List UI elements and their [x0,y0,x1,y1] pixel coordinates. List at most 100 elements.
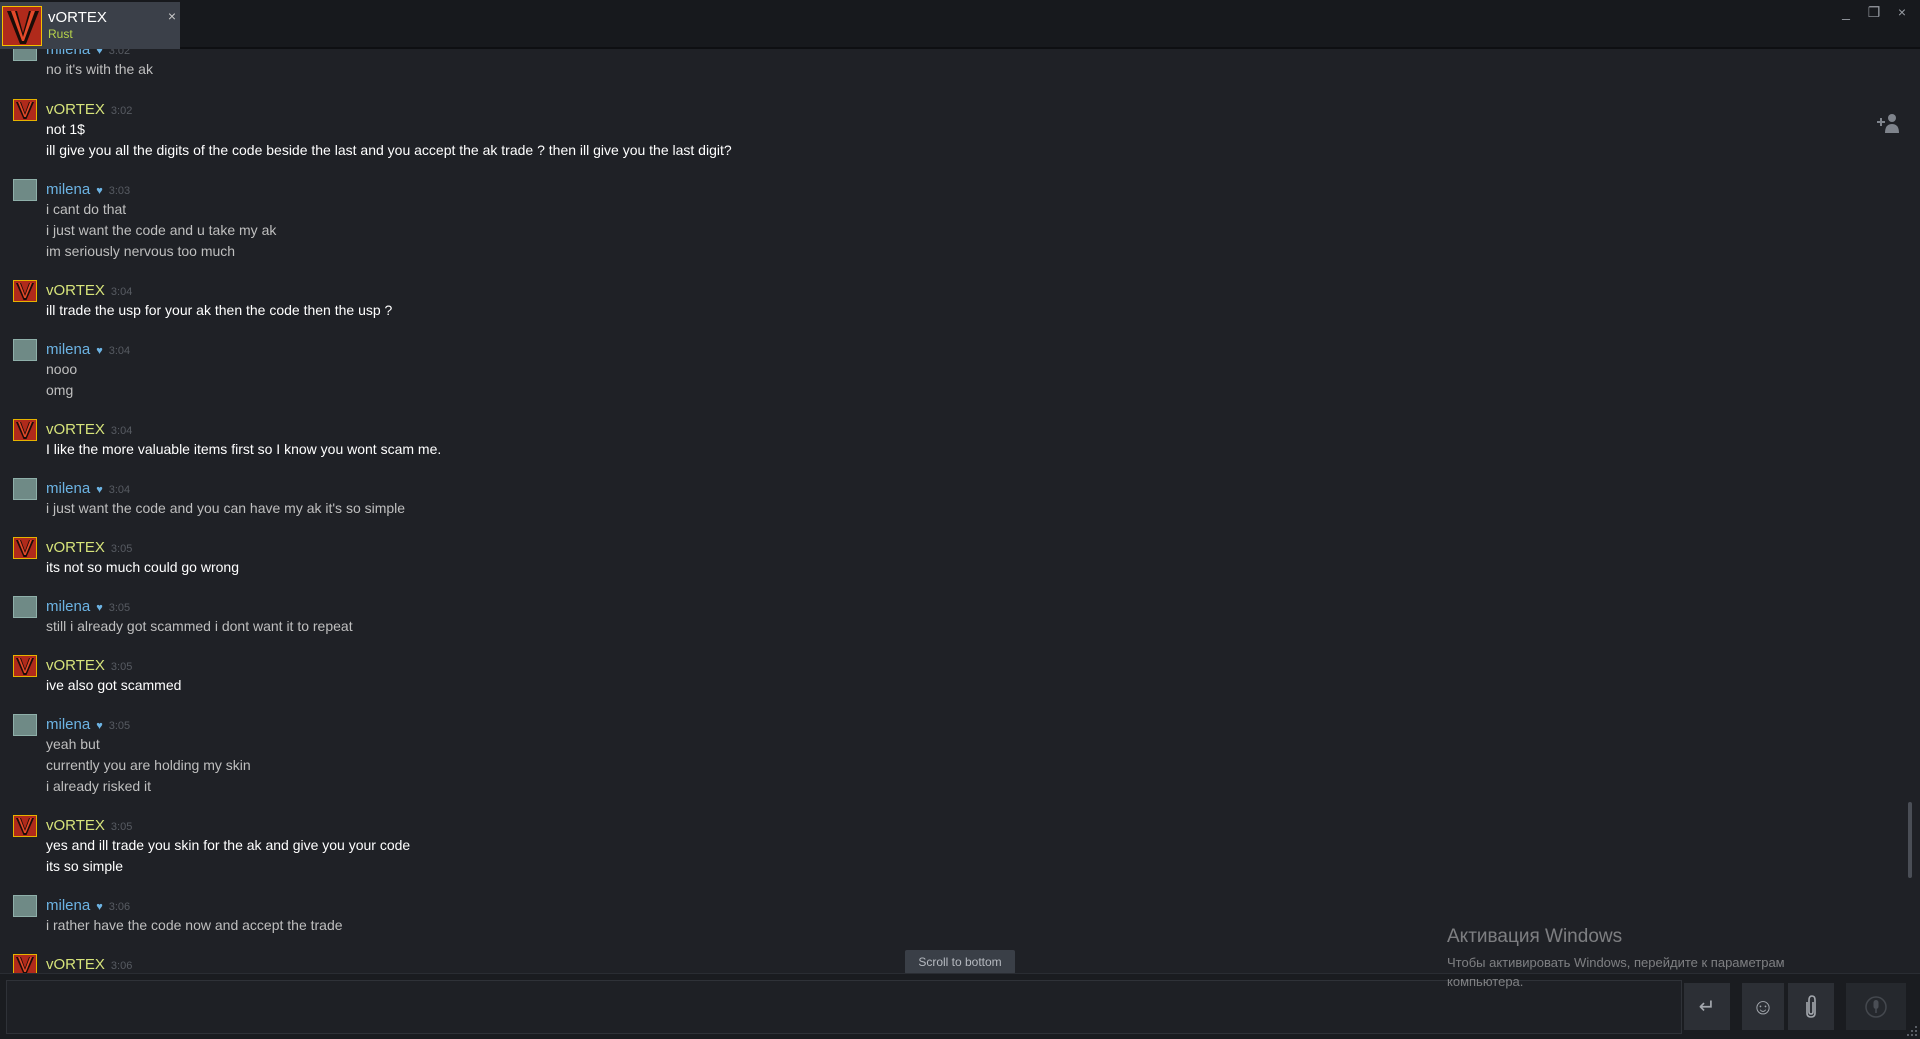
timestamp: 3:05 [110,661,133,673]
heart-icon: ♥ [96,720,103,732]
vortex-logo-icon [14,420,36,440]
heart-icon: ♥ [96,901,103,913]
avatar [2,5,42,46]
timestamp: 3:05 [110,821,133,833]
resize-grip-icon[interactable] [1906,1025,1918,1037]
chat-tab-vortex[interactable]: vORTEX Rust × [0,2,180,49]
heart-icon: ♥ [96,185,103,197]
avatar [13,537,37,559]
message-line: nooo [46,361,78,377]
avatar [13,419,37,441]
avatar [13,478,37,500]
timestamp: 3:04 [110,425,133,437]
avatar [13,179,37,201]
vortex-logo-icon [14,816,36,836]
sender-name[interactable]: milena [46,181,90,198]
timestamp: 3:05 [108,602,131,614]
message-line: its so simple [46,858,124,874]
vortex-logo-icon [14,100,36,120]
message-line: i just want the code and you can have my… [46,500,406,516]
message-line: i cant do that [46,201,127,217]
attach-button[interactable] [1788,983,1834,1030]
restore-icon[interactable]: ❐ [1866,4,1882,21]
sender-name[interactable]: vORTEX [46,956,105,973]
avatar [13,954,37,973]
sender-name[interactable]: milena [46,897,90,914]
message-line: not 1$ [46,121,85,137]
avatar [13,815,37,837]
message-line: currently you are holding my skin [46,757,251,773]
vortex-logo-icon [14,281,36,301]
timestamp: 3:02 [110,105,133,117]
message-line: yeah but [46,736,100,752]
tab-game: Rust [48,26,73,41]
message-line: im seriously nervous too much [46,243,236,259]
sender-name[interactable]: vORTEX [46,101,105,118]
avatar [13,895,37,917]
message-line: still i already got scammed i dont want … [46,618,353,634]
timestamp: 3:04 [108,345,131,357]
timestamp: 3:04 [108,484,131,496]
message-line: yes and ill trade you skin for the ak an… [46,837,411,853]
timestamp: 3:05 [110,543,133,555]
tab-name: vORTEX [48,8,107,26]
sender-name[interactable]: milena [46,716,90,733]
vortex-logo-icon [14,656,36,676]
chat-log[interactable]: milena ♥ 3:02 no it's with the ak vORTEX… [0,49,1900,973]
message-line: its not so much could go wrong [46,559,239,575]
minimize-icon[interactable]: _ [1838,4,1854,21]
message-line: ill trade the usp for your ak then the c… [46,302,393,318]
sender-name[interactable]: milena [46,341,90,358]
message-line: no it's with the ak [46,61,153,77]
enter-icon: ↵ [1698,996,1716,1018]
voice-chat-button[interactable] [1846,983,1906,1030]
avatar [13,49,37,61]
avatar [13,99,37,121]
close-icon[interactable]: × [1894,4,1910,21]
sender-name[interactable]: vORTEX [46,817,105,834]
avatar [13,714,37,736]
sender-name[interactable]: milena [46,49,90,58]
tab-close-icon[interactable]: × [168,8,176,24]
vortex-logo-icon [14,538,36,558]
timestamp: 3:04 [110,286,133,298]
add-friend-icon[interactable] [1876,112,1900,134]
message-line: i just want the code and u take my ak [46,222,277,238]
message-line: omg [46,382,74,398]
heart-icon: ♥ [96,345,103,357]
sender-name[interactable]: milena [46,598,90,615]
heart-icon: ♥ [96,49,103,57]
sender-name[interactable]: milena [46,480,90,497]
window-controls: _ ❐ × [1838,4,1910,21]
avatar [13,339,37,361]
scroll-to-bottom-button[interactable]: Scroll to bottom [905,950,1015,974]
message-composer: ↵ ☺ [0,973,1920,1039]
avatar [13,280,37,302]
message-line: I like the more valuable items first so … [46,441,442,457]
message-line: ive also got scammed [46,677,182,693]
avatar [13,655,37,677]
send-button[interactable]: ↵ [1684,983,1730,1030]
sender-name[interactable]: vORTEX [46,657,105,674]
sender-name[interactable]: vORTEX [46,421,105,438]
vortex-logo-icon [3,6,41,45]
message-line: i rather have the code now and accept th… [46,917,343,933]
avatar [13,596,37,618]
timestamp: 3:02 [108,49,131,57]
timestamp: 3:03 [108,185,131,197]
message-line: i already risked it [46,778,152,794]
timestamp: 3:06 [108,901,131,913]
message-input[interactable] [6,980,1682,1034]
heart-icon: ♥ [96,484,103,496]
sender-name[interactable]: vORTEX [46,539,105,556]
title-bar: vORTEX Rust × _ ❐ × [0,0,1920,49]
heart-icon: ♥ [96,602,103,614]
emoticon-button[interactable]: ☺ [1742,983,1784,1030]
microphone-icon [1865,995,1887,1018]
paperclip-icon [1806,994,1816,1018]
smiley-icon: ☺ [1751,993,1775,1019]
message-line: ill give you all the digits of the code … [46,142,732,158]
sender-name[interactable]: vORTEX [46,282,105,299]
chat-scrollbar[interactable] [1908,802,1912,878]
timestamp: 3:06 [110,960,133,972]
